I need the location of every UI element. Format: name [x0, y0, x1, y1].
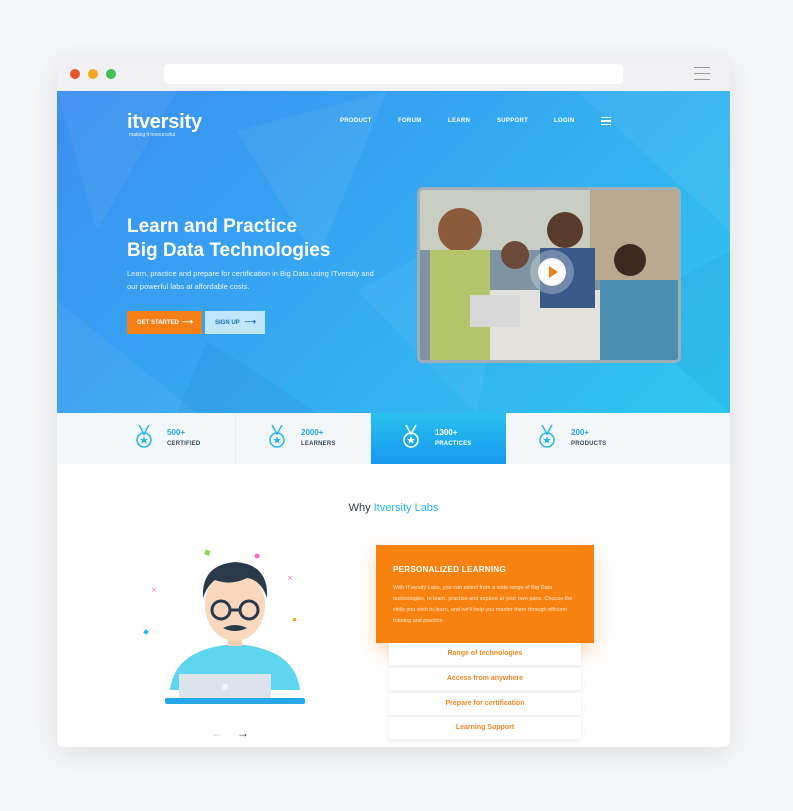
- developer-illustration: × ×: [143, 549, 305, 704]
- nav-product[interactable]: PRODUCT: [340, 118, 372, 124]
- feature-prepare-for-certification[interactable]: Prepare for certification: [389, 693, 581, 715]
- card-title: PERSONALIZED LEARNING: [393, 565, 506, 574]
- browser-chrome: [57, 57, 730, 91]
- minimize-window-dot[interactable]: [88, 69, 98, 79]
- stat-value: 1300+: [435, 428, 458, 437]
- why-prefix: Why: [348, 502, 371, 514]
- nav-support[interactable]: SUPPORT: [497, 118, 528, 124]
- stat-label: PRACTICES: [435, 441, 472, 447]
- medal-icon: [403, 425, 419, 448]
- personalized-learning-card: PERSONALIZED LEARNING With ITversity Lab…: [376, 545, 594, 643]
- logo-text: itversity: [127, 111, 202, 133]
- site-logo[interactable]: itversity making it resourceful: [127, 112, 202, 138]
- svg-text:×: ×: [287, 574, 293, 582]
- medal-icon: [539, 425, 555, 448]
- sign-up-button[interactable]: SIGN UP ⟶: [205, 311, 265, 334]
- feature-learning-support[interactable]: Learning Support: [389, 717, 581, 739]
- stat-practices: 1300+ PRACTICES: [371, 413, 506, 464]
- feature-access-from-anywhere[interactable]: Access from anywhere: [389, 668, 581, 690]
- stat-value: 200+: [571, 428, 590, 437]
- logo-tagline: making it resourceful: [129, 132, 176, 138]
- feature-range-of-technologies[interactable]: Range of technologies: [389, 643, 581, 665]
- nav-forum[interactable]: FORUM: [398, 118, 422, 124]
- arrow-left-icon[interactable]: ←: [211, 726, 223, 740]
- play-icon[interactable]: [538, 258, 566, 286]
- hero-section: itversity making it resourceful PRODUCT …: [57, 91, 730, 413]
- hamburger-icon[interactable]: [601, 117, 611, 125]
- hero-subtitle: Learn, practice and prepare for certific…: [127, 269, 374, 291]
- sign-up-label: SIGN UP: [215, 319, 240, 326]
- browser-menu-icon[interactable]: [694, 67, 710, 80]
- get-started-button[interactable]: GET STARTED ⟶: [127, 311, 202, 334]
- svg-text:×: ×: [151, 586, 157, 594]
- medal-icon: [136, 425, 152, 448]
- arrow-right-icon[interactable]: →: [237, 726, 249, 740]
- nav-login[interactable]: LOGIN: [554, 118, 575, 124]
- why-heading: Why Itversity Labs: [57, 502, 730, 514]
- stat-value: 2000+: [301, 428, 324, 437]
- video-player[interactable]: [417, 187, 681, 363]
- get-started-label: GET STARTED: [137, 319, 179, 326]
- stat-learners: 2000+ LEARNERS: [236, 413, 371, 464]
- close-window-dot[interactable]: [70, 69, 80, 79]
- why-accent: Itversity Labs: [373, 502, 439, 514]
- browser-window: itversity making it resourceful PRODUCT …: [57, 57, 730, 747]
- hero-title: Learn and Practice Big Data Technologies: [127, 215, 330, 263]
- stat-products: 200+ PRODUCTS: [506, 413, 730, 464]
- maximize-window-dot[interactable]: [106, 69, 116, 79]
- stat-certified: 500+ CERTIFIED: [57, 413, 236, 464]
- nav-learn[interactable]: LEARN: [448, 118, 470, 124]
- hero-title-line2: Big Data Technologies: [127, 240, 331, 261]
- stat-label: CERTIFIED: [167, 441, 201, 447]
- stat-label: PRODUCTS: [571, 441, 607, 447]
- stats-bar: 500+ CERTIFIED 2000+ LEARNERS 1300+ PRAC…: [57, 413, 730, 464]
- hero-title-line1: Learn and Practice: [127, 216, 298, 237]
- stat-value: 500+: [167, 428, 186, 437]
- stat-label: LEARNERS: [301, 441, 336, 447]
- card-body: With ITversity Labs, you can select from…: [393, 585, 573, 624]
- arrow-right-icon: ⟶: [181, 317, 193, 326]
- medal-icon: [269, 425, 285, 448]
- arrow-right-icon: ⟶: [244, 317, 256, 326]
- address-bar[interactable]: [164, 64, 623, 84]
